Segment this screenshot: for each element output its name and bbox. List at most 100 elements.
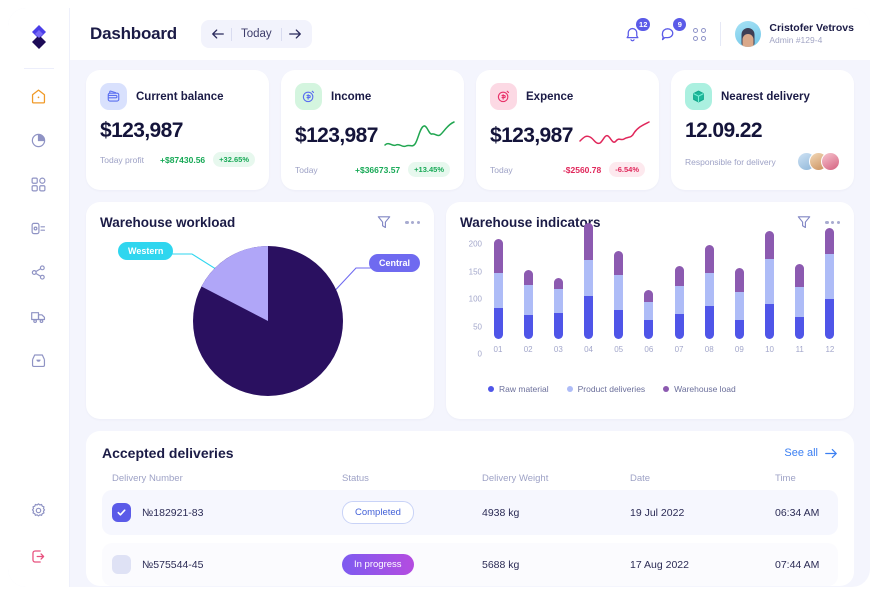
notifications-button[interactable]: 12 [621, 18, 651, 45]
table-column-header: Delivery Number [112, 473, 183, 484]
income-icon [295, 83, 322, 110]
legend-item[interactable]: Warehouse load [663, 384, 736, 394]
stacked-bar [765, 231, 775, 339]
bar-column[interactable]: 01 [488, 239, 508, 354]
table-row[interactable]: №182921-83 Completed 4938 kg 19 Jul 2022 06:… [102, 490, 838, 535]
pie-label-central: Central [368, 254, 420, 272]
bar-segment [644, 302, 654, 320]
row-checkbox[interactable] [112, 503, 131, 522]
bar-segment [614, 309, 624, 339]
sidebar-item-network[interactable] [24, 257, 54, 287]
y-axis-tick: 200 [468, 239, 482, 249]
bar-segment [584, 259, 594, 297]
sidebar [8, 8, 70, 587]
bar-column[interactable]: 06 [639, 289, 659, 354]
bar-column[interactable]: 12 [820, 228, 840, 354]
sidebar-item-home[interactable] [24, 81, 54, 111]
box-icon [685, 83, 712, 110]
bar-column[interactable]: 02 [518, 269, 538, 354]
bar-segment [644, 319, 654, 339]
app-root: Dashboard Today 12 9 Cristofer Vetrovs A… [0, 0, 878, 595]
prev-day-button[interactable] [205, 21, 231, 47]
page-title: Dashboard [90, 24, 177, 43]
bar-column[interactable]: 05 [609, 250, 629, 354]
topbar-divider [720, 22, 722, 46]
x-axis-tick: 12 [825, 345, 835, 354]
stat-value: $123,987 [100, 119, 183, 142]
bar-segment [674, 266, 684, 287]
sidebar-item-settings[interactable] [24, 495, 54, 525]
bar-column[interactable]: 11 [790, 263, 810, 354]
apps-grid-icon[interactable] [693, 27, 707, 41]
bar-segment [734, 319, 744, 339]
user-menu[interactable]: Cristofer Vetrovs Admin #129-4 [735, 21, 854, 47]
stat-percent: -6.54% [609, 162, 645, 177]
x-axis-tick: 11 [795, 345, 804, 354]
delivery-date: 17 Aug 2022 [630, 558, 689, 571]
stacked-bar [825, 228, 835, 339]
x-axis-tick: 10 [765, 345, 774, 354]
x-axis-tick: 01 [493, 345, 503, 354]
stacked-bar [674, 266, 684, 339]
bar-columns: 01 02 03 04 05 06 07 08 09 10 11 12 [488, 223, 840, 354]
row-checkbox[interactable] [112, 555, 131, 574]
bar-column[interactable]: 03 [548, 277, 568, 354]
sidebar-item-logout[interactable] [24, 541, 54, 571]
bar-column[interactable]: 09 [729, 267, 749, 354]
bar-column[interactable]: 07 [669, 266, 689, 354]
sidebar-item-shipping[interactable] [24, 301, 54, 331]
filter-icon[interactable] [797, 215, 811, 230]
stat-cards: Current balance $123,987 Today profit +$… [86, 70, 854, 190]
status-badge: Completed [342, 501, 414, 524]
bar-segment [704, 273, 714, 307]
legend-item[interactable]: Product deliveries [566, 384, 645, 394]
y-axis-tick: 0 [477, 349, 482, 359]
stat-card-nearest-delivery: Nearest delivery 12.09.22 Responsible fo… [671, 70, 854, 190]
delivery-weight: 5688 kg [482, 558, 520, 571]
app-logo[interactable] [24, 22, 54, 52]
sidebar-item-analytics[interactable] [24, 125, 54, 155]
stacked-bar [734, 267, 744, 339]
bar-segment [614, 275, 624, 310]
today-button[interactable]: Today [232, 28, 281, 40]
topbar-right: 12 9 Cristofer Vetrovs Admin #129-4 [621, 18, 854, 47]
table-row[interactable]: №575544-45 In progress 5688 kg 17 Aug 2022 0… [102, 543, 838, 586]
dashboard-frame: Dashboard Today 12 9 Cristofer Vetrovs A… [8, 8, 870, 587]
filter-icon[interactable] [377, 215, 391, 230]
x-axis-tick: 09 [734, 345, 744, 354]
bar-segment [644, 289, 654, 303]
more-options-icon[interactable] [405, 220, 420, 225]
more-options-icon[interactable] [825, 220, 840, 225]
next-day-button[interactable] [282, 21, 308, 47]
pie-chart-area: Western Central [100, 236, 420, 406]
legend-item[interactable]: Raw material [488, 384, 549, 394]
bar-column[interactable]: 08 [699, 244, 719, 354]
bar-segment [493, 239, 503, 273]
expence-icon [490, 83, 517, 110]
bar-column[interactable]: 04 [579, 223, 599, 354]
stacked-bar [553, 277, 563, 339]
see-all-link[interactable]: See all [784, 447, 838, 459]
messages-button[interactable]: 9 [657, 18, 687, 45]
stat-delta: +$87430.56 [160, 154, 206, 165]
bar-segment [523, 269, 533, 286]
warehouse-workload-card: Warehouse workload Western Central [86, 202, 434, 419]
bar-segment [553, 288, 563, 314]
sidebar-item-inbox[interactable] [24, 345, 54, 375]
stat-percent: +13.45% [408, 162, 450, 177]
bar-column[interactable]: 10 [760, 231, 780, 354]
delivery-number-cell: №182921-83 [112, 503, 342, 522]
bar-segment [795, 287, 805, 317]
sidebar-item-apps[interactable] [24, 169, 54, 199]
stat-value: $123,987 [490, 124, 573, 147]
stat-value: 12.09.22 [685, 119, 763, 142]
notifications-badge: 12 [636, 18, 651, 31]
stat-label: Current balance [136, 90, 224, 103]
sidebar-item-reports[interactable] [24, 213, 54, 243]
status-badge: In progress [342, 554, 414, 575]
stacked-bar [795, 263, 805, 339]
responsible-avatars[interactable] [797, 152, 840, 171]
stacked-bar [704, 244, 714, 339]
table-column-header: Date [630, 473, 651, 484]
bar-segment [704, 244, 714, 274]
